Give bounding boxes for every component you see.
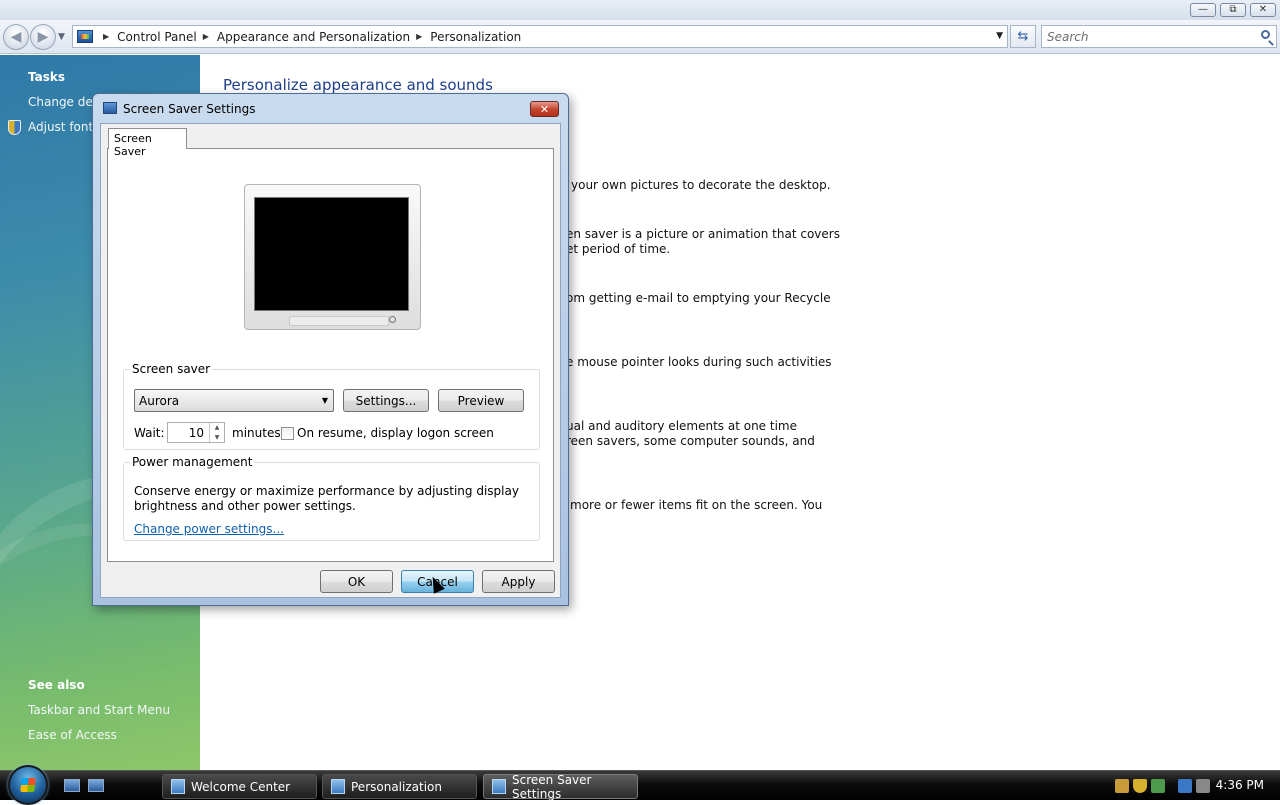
power-management-text: Conserve energy or maximize performance … [134, 484, 519, 513]
taskbar-item-screen-saver-settings[interactable]: Screen Saver Settings [483, 772, 638, 801]
theme-description: ual and auditory elements at one time [566, 419, 797, 433]
page-title: Personalize appearance and sounds [223, 76, 493, 94]
address-bar: ◀ ▶ ▼ ▶ Control Panel ▶ Appearance and P… [0, 20, 1280, 54]
minutes-label: minutes [232, 426, 281, 440]
see-also-heading: See also [28, 678, 85, 692]
screen-saver-dialog-icon [103, 102, 117, 114]
apply-button[interactable]: Apply [482, 570, 555, 593]
screen-saver-select[interactable]: Aurora ▼ [134, 389, 334, 412]
search-placeholder: Search [1047, 29, 1089, 44]
tab-screen-saver[interactable]: Screen Saver [108, 128, 187, 158]
control-panel-icon [77, 30, 93, 43]
screen-saver-group: Screen saver Aurora ▼ Settings... Previe… [123, 362, 540, 450]
address-dropdown-icon[interactable]: ▼ [996, 31, 1003, 41]
search-input[interactable]: Search [1041, 25, 1277, 48]
recent-pages-dropdown-icon[interactable]: ▼ [58, 32, 65, 42]
taskbar-item-label: Personalization [351, 779, 442, 794]
power-management-label: Power management [132, 455, 253, 469]
maximize-button[interactable]: ⧉ [1220, 3, 1246, 17]
taskbar-item-label: Welcome Center [191, 779, 291, 794]
personalization-icon [331, 779, 345, 794]
wait-minutes-stepper[interactable]: 10 ▲ ▼ [167, 422, 225, 443]
chevron-down-icon: ▼ [321, 396, 328, 405]
screen-saver-preview-monitor [244, 184, 421, 330]
stepper-down-icon[interactable]: ▼ [215, 434, 220, 441]
settings-button[interactable]: Settings... [343, 389, 429, 412]
breadcrumb-appearance[interactable]: Appearance and Personalization [217, 30, 410, 44]
screen-saver-description-2: et period of time. [566, 242, 671, 256]
forward-button[interactable]: ▶ [30, 24, 56, 50]
network-tray-icon[interactable] [1115, 779, 1129, 793]
taskbar-item-personalization[interactable]: Personalization [322, 774, 477, 799]
screen-saver-icon [492, 779, 506, 794]
sidebar-tray-icon[interactable] [1151, 779, 1165, 793]
screen-saver-group-label: Screen saver [132, 362, 211, 376]
preview-button[interactable]: Preview [438, 389, 524, 412]
theme-description-2: reen savers, some computer sounds, and [566, 434, 815, 448]
minimize-button[interactable]: — [1190, 3, 1216, 17]
taskbar-item-welcome-center[interactable]: Welcome Center [162, 774, 317, 799]
preview-screen [254, 197, 409, 311]
display-settings-description: more or fewer items fit on the screen. Y… [570, 498, 823, 512]
back-button[interactable]: ◀ [3, 24, 29, 50]
desktop-background-description: your own pictures to decorate the deskto… [571, 178, 831, 192]
breadcrumb-personalization[interactable]: Personalization [430, 30, 521, 44]
screen-saver-dialog: Screen Saver Settings ✕ Screen Saver Scr… [92, 93, 569, 606]
selected-screen-saver: Aurora [139, 394, 180, 408]
volume-muted-tray-icon[interactable] [1196, 779, 1210, 793]
refresh-button[interactable]: ⇆ [1010, 25, 1036, 48]
connection-tray-icon[interactable] [1178, 779, 1192, 793]
dialog-body: Screen Saver Screen saver Aurora ▼ Setti… [100, 123, 561, 598]
show-desktop-icon[interactable] [64, 779, 80, 792]
see-also-ease-of-access[interactable]: Ease of Access [28, 728, 117, 742]
sounds-description: om getting e-mail to emptying your Recyc… [566, 291, 831, 305]
see-also-taskbar-start-menu[interactable]: Taskbar and Start Menu [28, 703, 170, 717]
stepper-arrows[interactable]: ▲ ▼ [209, 423, 224, 442]
stepper-up-icon[interactable]: ▲ [215, 424, 220, 431]
dialog-close-button[interactable]: ✕ [530, 101, 559, 117]
monitor-bezel-bottom [289, 316, 389, 326]
close-window-button[interactable]: ✕ [1250, 3, 1276, 17]
uac-shield-icon [8, 120, 21, 135]
on-resume-checkbox[interactable] [281, 427, 294, 440]
screen-saver-description: en saver is a picture or animation that … [566, 227, 840, 241]
screen-saver-tab-panel: Screen saver Aurora ▼ Settings... Previe… [107, 148, 554, 562]
monitor-power-icon [389, 316, 396, 323]
power-management-group: Power management Conserve energy or maxi… [123, 455, 540, 541]
chevron-right-icon[interactable]: ▶ [416, 32, 422, 41]
dialog-title: Screen Saver Settings [123, 102, 256, 116]
switch-windows-icon[interactable] [88, 779, 104, 792]
breadcrumb[interactable]: ▶ Control Panel ▶ Appearance and Persona… [72, 25, 1008, 48]
mouse-pointers-description: e mouse pointer looks during such activi… [566, 355, 832, 369]
security-shield-tray-icon[interactable] [1133, 779, 1147, 793]
ok-button[interactable]: OK [320, 570, 393, 593]
taskbar: Welcome Center Personalization Screen Sa… [0, 765, 1280, 805]
welcome-center-icon [171, 779, 185, 794]
start-button[interactable] [8, 765, 48, 805]
wait-minutes-value: 10 [188, 426, 204, 440]
wait-label: Wait: [134, 426, 165, 440]
chevron-right-icon[interactable]: ▶ [203, 32, 209, 41]
taskbar-item-label: Screen Saver Settings [512, 772, 592, 801]
change-power-settings-link[interactable]: Change power settings... [134, 522, 284, 536]
window-titlebar: — ⧉ ✕ [0, 0, 1280, 20]
taskbar-clock[interactable]: 4:36 PM [1216, 778, 1264, 792]
chevron-right-icon[interactable]: ▶ [103, 32, 109, 41]
search-icon[interactable] [1261, 30, 1270, 39]
on-resume-label[interactable]: On resume, display logon screen [297, 426, 494, 440]
breadcrumb-control-panel[interactable]: Control Panel [117, 30, 197, 44]
tasks-heading: Tasks [28, 70, 66, 84]
